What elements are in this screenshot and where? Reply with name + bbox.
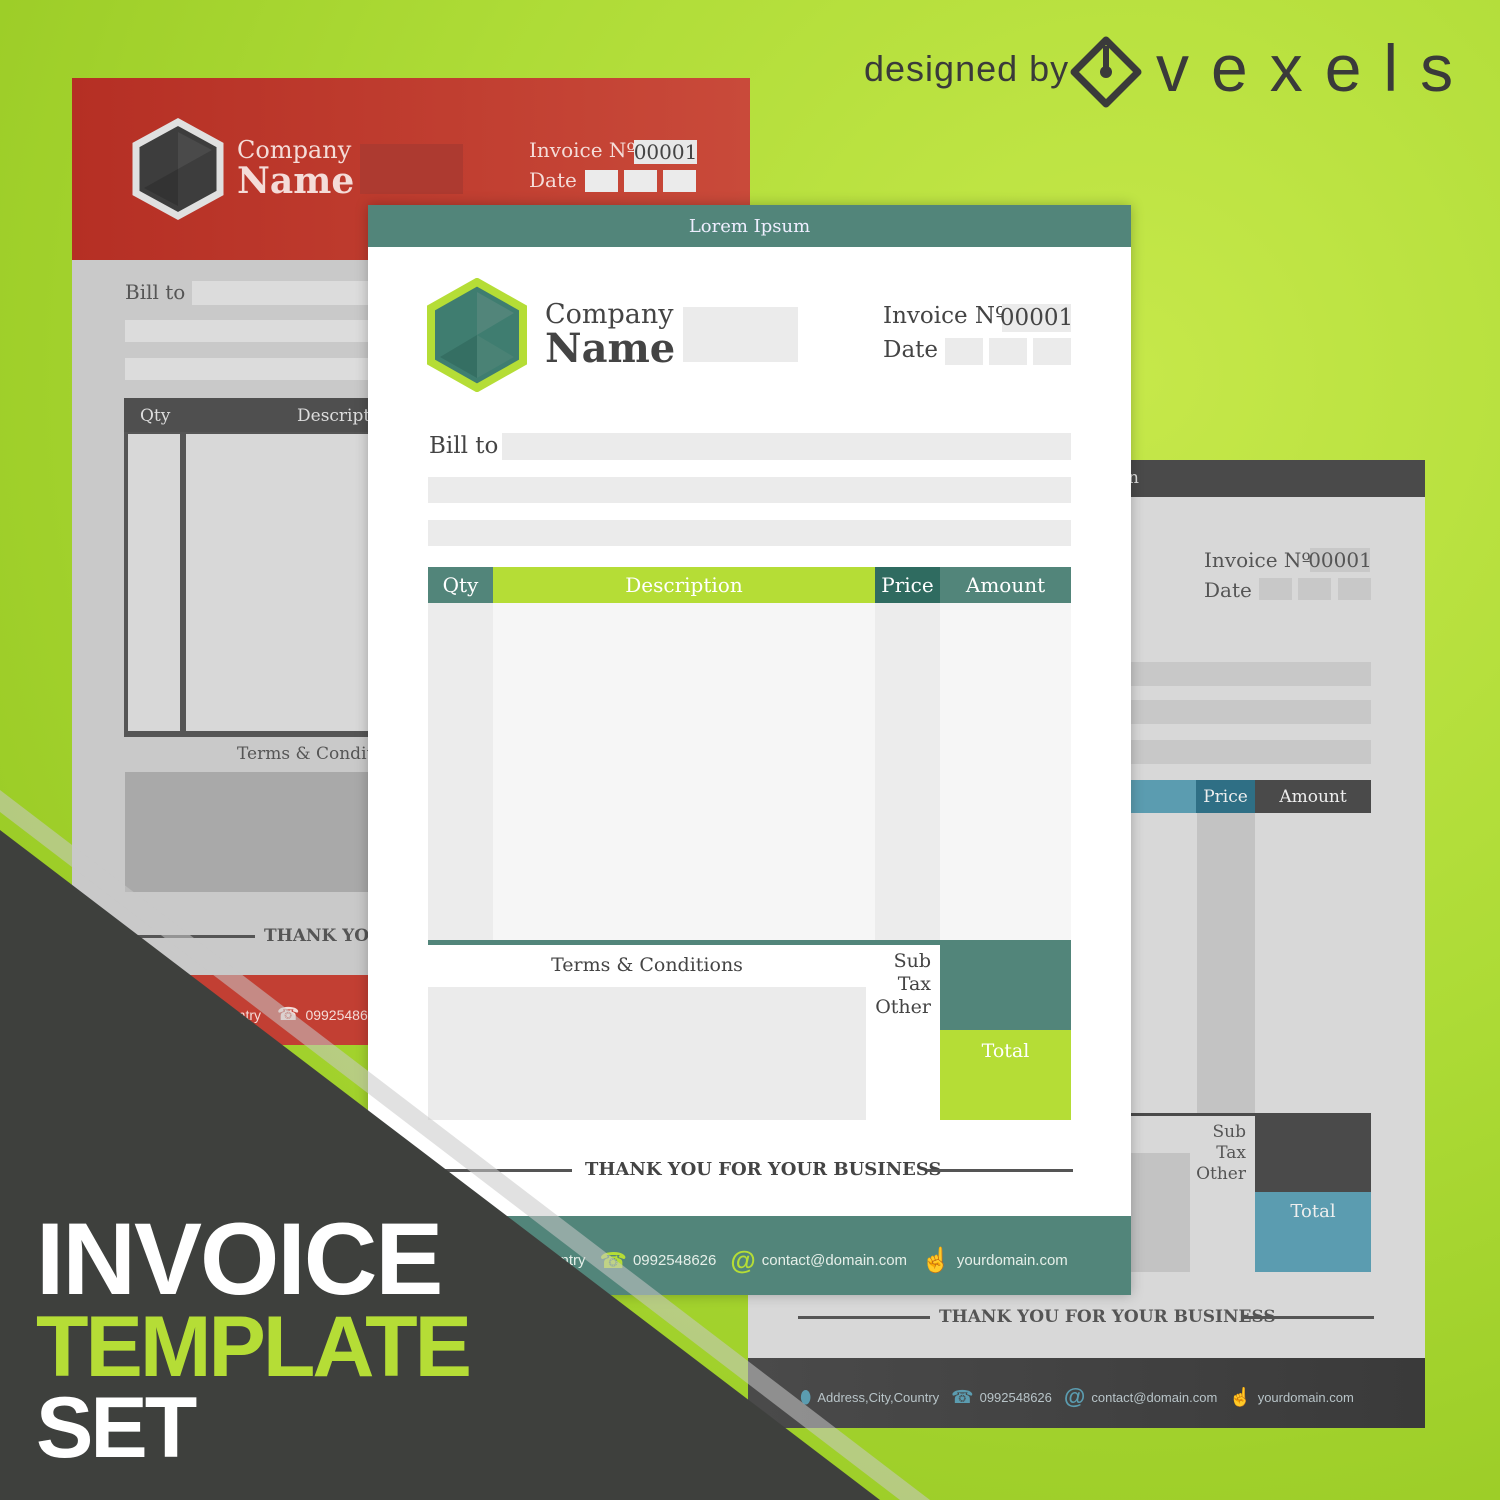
title-invoice: INVOICE bbox=[36, 1202, 443, 1316]
title-set: SET bbox=[36, 1380, 197, 1476]
title-template: TEMPLATE bbox=[36, 1299, 472, 1395]
